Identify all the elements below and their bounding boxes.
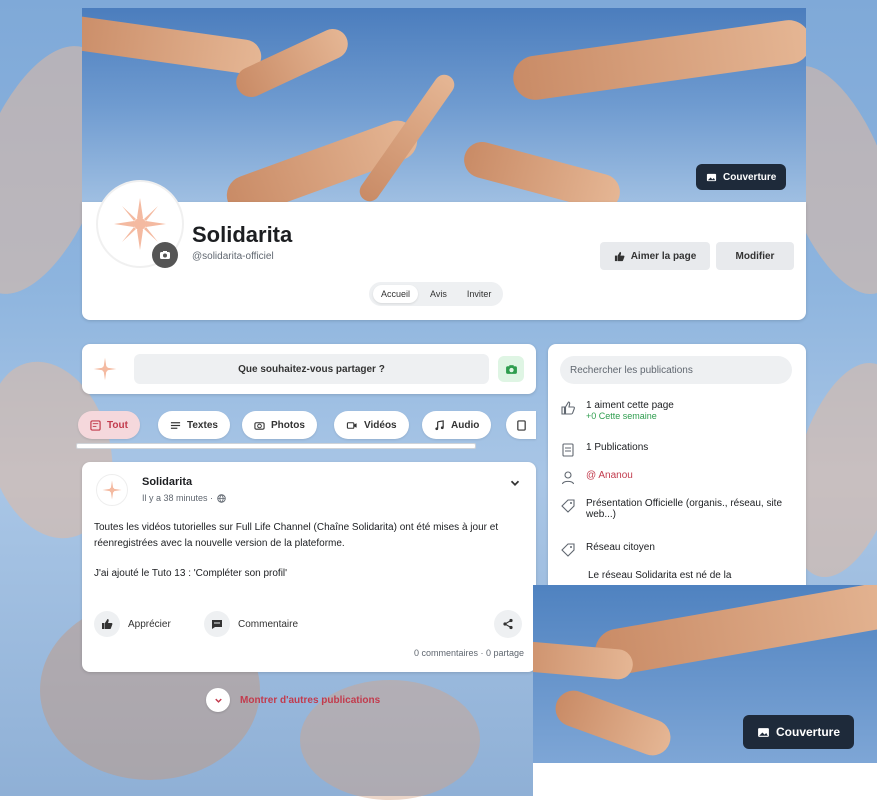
cover-button-label: Couverture	[776, 725, 841, 739]
cover-change-button[interactable]: Couverture	[696, 164, 787, 190]
comment-button[interactable]: Commentaire	[204, 610, 298, 638]
edit-page-button[interactable]: Modifier	[716, 242, 794, 270]
tab-inviter[interactable]: Inviter	[459, 285, 500, 303]
comment-icon	[212, 620, 222, 629]
add-photo-button[interactable]	[498, 356, 524, 382]
like-page-button[interactable]: Aimer la page	[600, 242, 710, 270]
filter-label: Vidéos	[364, 419, 397, 431]
filter-videos[interactable]: Vidéos	[334, 411, 409, 439]
globe-icon	[217, 493, 226, 503]
post-avatar[interactable]	[96, 474, 128, 506]
page-description: Le réseau Solidarita est né de la	[588, 570, 732, 581]
filter-scrollbar[interactable]	[76, 443, 476, 449]
cover-arm	[82, 14, 264, 76]
share-button[interactable]	[494, 610, 522, 638]
like-post-button[interactable]: Apprécier	[94, 610, 171, 638]
profile-header: Solidarita @solidarita-officiel Aimer la…	[82, 180, 806, 320]
thumbs-up-icon	[614, 251, 625, 261]
document-icon	[562, 443, 574, 457]
description-row: Le réseau Solidarita est né de la	[588, 570, 731, 581]
like-post-label: Apprécier	[128, 618, 171, 630]
cover-arm	[510, 17, 806, 103]
profile-tabs: Accueil Avis Inviter	[369, 282, 504, 306]
filter-more[interactable]	[506, 411, 536, 439]
solidarita-logo-icon	[102, 480, 122, 500]
likes-row: 1 aiment cette page +0 Cette semaine	[560, 400, 674, 421]
page-type: Réseau citoyen	[586, 542, 655, 553]
show-more-label: Montrer d'autres publications	[240, 694, 381, 706]
show-more-button[interactable]: Montrer d'autres publications	[206, 688, 380, 712]
cover-change-button[interactable]: Couverture	[743, 715, 855, 749]
icon-circle	[204, 611, 230, 637]
tag-icon	[561, 499, 575, 513]
chevron-down-icon[interactable]	[508, 476, 522, 490]
thumbs-up-icon	[102, 619, 113, 629]
publications-row: 1 Publications	[560, 442, 648, 458]
chevron-down-icon	[214, 698, 222, 703]
filter-label: Textes	[187, 419, 218, 431]
likes-count: 1 aiment cette page	[586, 400, 674, 411]
post-paragraph: J'ai ajouté le Tuto 13 : 'Compléter son …	[94, 568, 288, 579]
post-composer: Que souhaitez-vous partager ?	[82, 344, 536, 394]
composer-input[interactable]: Que souhaitez-vous partager ?	[134, 354, 489, 384]
grid-icon	[90, 419, 101, 431]
type-row: Réseau citoyen	[560, 542, 655, 558]
change-avatar-button[interactable]	[152, 242, 178, 268]
post-card: Solidarita Il y a 38 minutes · Toutes le…	[82, 462, 536, 672]
post-time: Il y a 38 minutes ·	[142, 493, 226, 503]
owner-row: @ Ananou	[560, 470, 633, 486]
cover-photo: Couverture	[533, 585, 877, 763]
like-page-label: Aimer la page	[630, 250, 697, 262]
filter-tout[interactable]: Tout	[78, 411, 140, 439]
search-publications-input[interactable]: Rechercher les publications	[560, 356, 792, 384]
filter-textes[interactable]: Textes	[158, 411, 230, 439]
owner-link[interactable]: @ Ananou	[586, 470, 633, 481]
comment-label: Commentaire	[238, 618, 299, 630]
image-icon	[706, 173, 717, 181]
post-author[interactable]: Solidarita	[142, 476, 192, 488]
camera-icon	[505, 364, 517, 374]
filter-audio[interactable]: Audio	[422, 411, 492, 439]
filter-label: Audio	[451, 419, 480, 431]
page-title: Solidarita	[192, 222, 293, 247]
about-sidebar: Rechercher les publications 1 aiment cet…	[548, 344, 806, 588]
video-icon	[346, 421, 357, 429]
tag-icon	[561, 543, 575, 557]
post-body: Toutes les vidéos tutorielles sur Full L…	[94, 520, 526, 596]
music-note-icon	[435, 419, 444, 430]
share-icon	[503, 618, 513, 630]
thumbs-up-icon	[561, 401, 575, 415]
category-row: Présentation Officielle (organis., résea…	[560, 498, 790, 520]
post-stats[interactable]: 0 commentaires · 0 partage	[414, 648, 524, 658]
tab-accueil[interactable]: Accueil	[373, 285, 419, 303]
image-icon	[758, 727, 769, 737]
post-time-label: Il y a 38 minutes ·	[142, 493, 214, 503]
solidarita-logo-icon	[93, 357, 117, 381]
cover-photo: Couverture	[82, 8, 806, 202]
page-category: Présentation Officielle (organis., résea…	[586, 498, 783, 520]
publications-count: 1 Publications	[586, 442, 649, 453]
zoomed-cover-overlay: Couverture	[533, 585, 877, 796]
tab-avis[interactable]: Avis	[422, 285, 455, 303]
user-icon	[561, 471, 575, 485]
post-paragraph: Toutes les vidéos tutorielles sur Full L…	[94, 522, 499, 549]
likes-week: +0 Cette semaine	[586, 411, 657, 421]
icon-circle	[94, 611, 120, 637]
document-icon	[517, 419, 526, 431]
cover-button-label: Couverture	[723, 171, 777, 183]
camera-icon	[254, 421, 265, 430]
cover-arm	[591, 585, 877, 679]
filter-label: Photos	[271, 419, 305, 431]
icon-circle	[206, 688, 230, 712]
cover-arm	[550, 685, 676, 761]
page-handle: @solidarita-officiel	[192, 251, 274, 262]
camera-icon	[160, 251, 170, 259]
filter-photos[interactable]: Photos	[242, 411, 317, 439]
filter-label: Tout	[107, 419, 128, 431]
edit-page-label: Modifier	[735, 250, 775, 262]
text-lines-icon	[170, 421, 181, 429]
cover-arm	[460, 137, 624, 202]
